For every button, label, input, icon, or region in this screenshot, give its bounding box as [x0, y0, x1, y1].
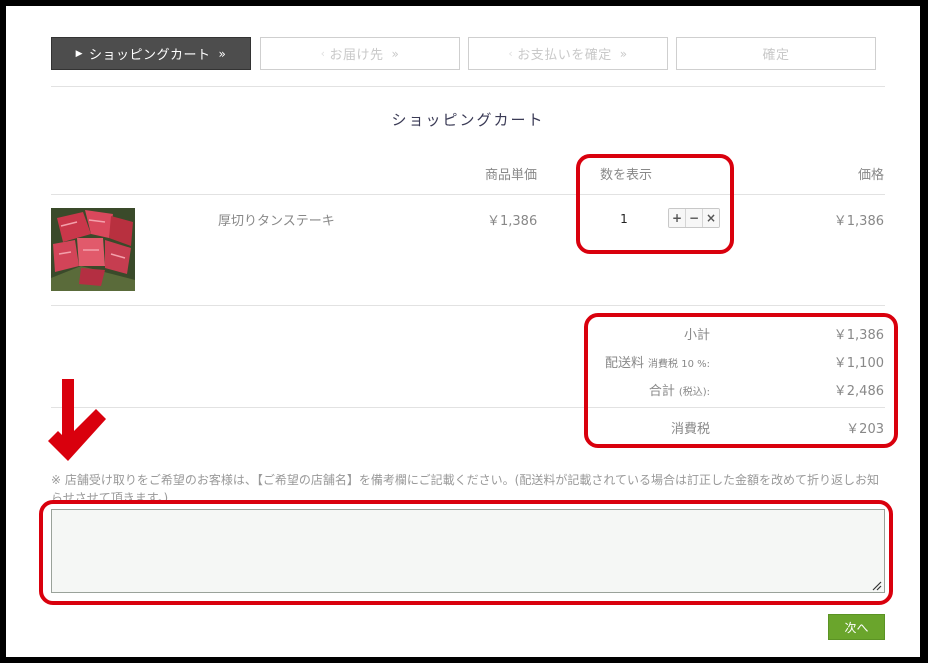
divider — [51, 407, 885, 408]
quantity-stepper: + − × — [668, 208, 720, 228]
step-label: お支払いを確定 — [517, 48, 612, 63]
subtotal-value: ￥1,386 — [833, 328, 884, 343]
divider — [51, 194, 885, 195]
divider — [51, 86, 885, 87]
total-note: (税込): — [678, 387, 710, 398]
total-label-text: 合計 — [648, 384, 675, 399]
shipping-value: ￥1,100 — [833, 356, 884, 371]
chevron-left-icon: ‹ — [320, 47, 326, 60]
step-cart[interactable]: ▶ ショッピングカート » — [51, 37, 251, 70]
subtotal-label: 小計 — [684, 324, 710, 343]
double-chevron-right-icon: » — [391, 46, 400, 61]
remove-button[interactable]: × — [703, 209, 719, 227]
shipping-label: 配送料 消費税 10 %: — [605, 352, 710, 371]
product-thumbnail[interactable] — [51, 208, 135, 291]
page-title: ショッピングカート — [391, 111, 545, 129]
step-label: お届け先 — [329, 48, 384, 63]
tax-label: 消費税 — [671, 418, 710, 437]
minus-button[interactable]: − — [686, 209, 703, 227]
total-value: ￥2,486 — [833, 384, 884, 399]
cart-page: ▶ ショッピングカート » ‹ お届け先 » ‹ お支払いを確定 » 確定 ショ… — [6, 6, 920, 657]
play-icon: ▶ — [75, 48, 84, 59]
pickup-notice: ※ 店舗受け取りをご希望のお客様は、【ご希望の店舗名】を備考欄にご記載ください。… — [51, 473, 879, 505]
tax-value: ￥203 — [846, 422, 884, 437]
resize-handle-icon[interactable] — [870, 579, 882, 591]
plus-button[interactable]: + — [669, 209, 686, 227]
step-confirm[interactable]: 確定 — [676, 37, 876, 70]
product-name[interactable]: 厚切りタンステーキ — [218, 210, 335, 229]
unit-price: ￥1,386 — [487, 214, 538, 229]
double-chevron-right-icon: » — [218, 46, 227, 61]
subtotal-label-text: 小計 — [683, 328, 710, 343]
shipping-tax-note: 消費税 10 %: — [648, 359, 710, 370]
shipping-label-text: 配送料 — [605, 356, 645, 371]
step-shipping[interactable]: ‹ お届け先 » — [260, 37, 460, 70]
line-price: ￥1,386 — [833, 214, 884, 229]
arrow-down-left-icon — [48, 379, 106, 461]
tax-label-text: 消費税 — [670, 422, 710, 437]
quantity-value: 1 — [620, 212, 628, 226]
memo-textarea[interactable] — [51, 509, 885, 593]
next-button[interactable]: 次へ — [828, 614, 885, 640]
step-payment[interactable]: ‹ お支払いを確定 » — [468, 37, 668, 70]
header-unit-price: 商品単価 — [485, 168, 538, 183]
chevron-left-icon: ‹ — [508, 47, 514, 60]
header-quantity: 数を表示 — [600, 168, 653, 183]
total-label: 合計 (税込): — [649, 380, 710, 399]
divider — [51, 305, 885, 306]
double-chevron-right-icon: » — [619, 46, 628, 61]
header-price: 価格 — [858, 168, 885, 183]
step-label: ショッピングカート — [89, 48, 211, 63]
step-label: 確定 — [762, 48, 790, 63]
